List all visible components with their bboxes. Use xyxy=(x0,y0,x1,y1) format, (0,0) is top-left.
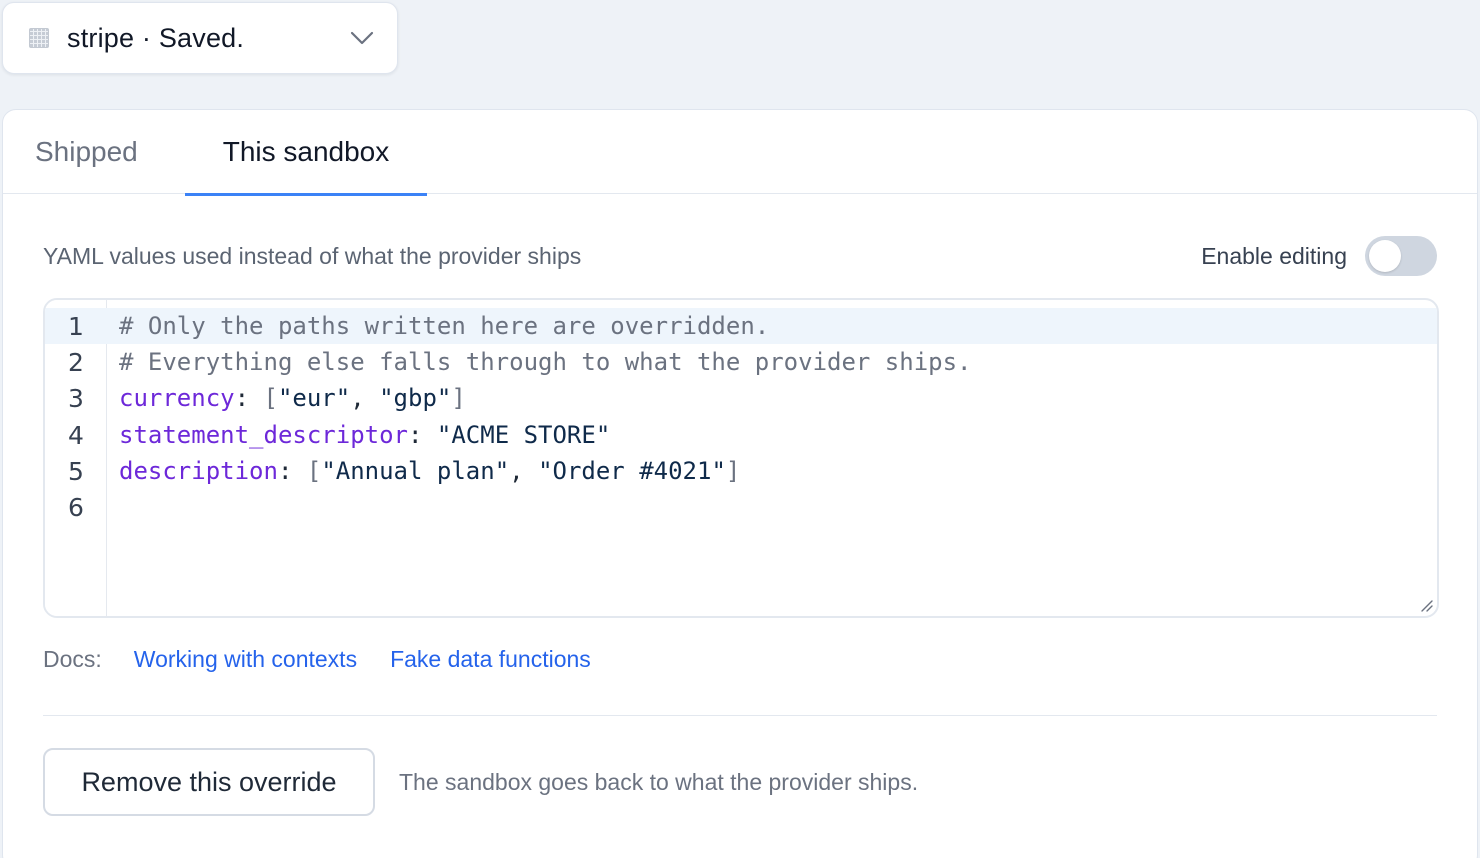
grid-icon xyxy=(29,28,49,48)
tab-shipped[interactable]: Shipped xyxy=(3,110,185,194)
selector-label: stripe · Saved. xyxy=(67,22,245,53)
yaml-string: "Annual plan" xyxy=(321,457,510,485)
docs-row: Docs: Working with contexts Fake data fu… xyxy=(43,642,624,676)
yaml-string: "ACME STORE" xyxy=(436,421,611,449)
chevron-down-icon[interactable] xyxy=(349,25,375,51)
code-line[interactable]: 5 description: ["Annual plan", "Order #4… xyxy=(45,453,1437,489)
toggle-knob xyxy=(1369,240,1401,272)
line-number: 4 xyxy=(68,420,84,450)
docs-label: Docs: xyxy=(43,645,102,672)
line-number: 3 xyxy=(68,383,84,413)
remove-override-button[interactable]: Remove this override xyxy=(43,748,375,816)
enable-editing-toggle[interactable] xyxy=(1365,236,1437,276)
doc-link-fake-data-functions[interactable]: Fake data functions xyxy=(390,646,591,673)
code-line[interactable]: 4 statement_descriptor: "ACME STORE" xyxy=(45,417,1437,453)
yaml-key: description xyxy=(119,457,278,485)
enable-editing-label: Enable editing xyxy=(1201,242,1347,269)
code-line[interactable]: 1 # Only the paths written here are over… xyxy=(45,308,1437,344)
doc-link-working-with-contexts[interactable]: Working with contexts xyxy=(134,646,357,673)
override-card: Shipped This sandbox YAML values used in… xyxy=(2,109,1478,858)
yaml-key: statement_descriptor xyxy=(119,421,408,449)
context-selector[interactable]: stripe · Saved. xyxy=(2,2,398,74)
line-number: 6 xyxy=(68,492,84,522)
yaml-string: "Order #4021" xyxy=(538,457,726,485)
description-row: YAML values used instead of what the pro… xyxy=(43,236,1437,276)
resize-handle-icon[interactable] xyxy=(1419,598,1433,612)
tab-this-sandbox-label: This sandbox xyxy=(222,136,390,167)
code-line[interactable]: 2 # Everything else falls through to wha… xyxy=(45,344,1437,380)
tab-shipped-label: Shipped xyxy=(35,136,138,167)
code-line[interactable]: 6 xyxy=(45,489,1437,525)
tab-this-sandbox[interactable]: This sandbox xyxy=(185,110,427,196)
tab-bar: Shipped This sandbox xyxy=(3,110,1477,196)
footer-row: Remove this override The sandbox goes ba… xyxy=(43,748,918,816)
code-comment: # Only the paths written here are overri… xyxy=(119,312,770,340)
divider xyxy=(43,715,1437,716)
yaml-string: "gbp" xyxy=(379,384,452,412)
line-number: 2 xyxy=(68,347,84,377)
code-comment: # Everything else falls through to what … xyxy=(119,348,972,376)
yaml-string: "eur" xyxy=(277,384,351,412)
line-number: 5 xyxy=(68,456,84,486)
code-line[interactable]: 3 currency: ["eur", "gbp"] xyxy=(45,380,1437,416)
yaml-editor[interactable]: 1 # Only the paths written here are over… xyxy=(43,298,1439,618)
panel-description: YAML values used instead of what the pro… xyxy=(43,242,582,269)
line-number: 1 xyxy=(68,311,84,341)
footer-note: The sandbox goes back to what the provid… xyxy=(399,768,919,795)
yaml-key: currency xyxy=(119,384,235,412)
